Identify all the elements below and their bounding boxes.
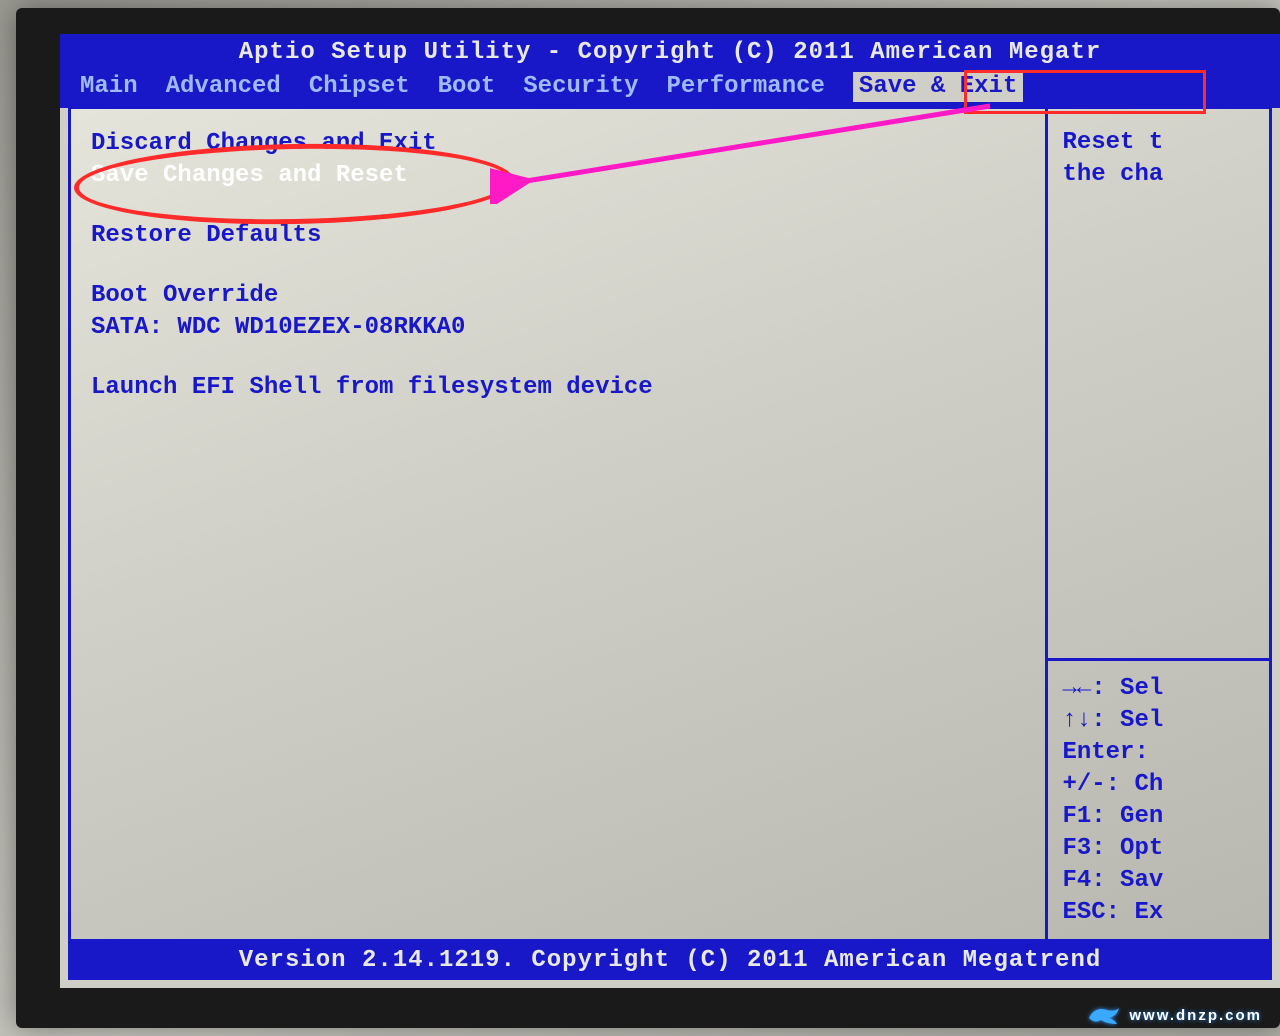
tab-bar: Main Advanced Chipset Boot Security Perf… — [60, 70, 1280, 108]
tab-boot[interactable]: Boot — [438, 72, 496, 102]
spacer — [91, 193, 1025, 219]
tab-advanced[interactable]: Advanced — [166, 72, 281, 102]
help-key-line: F1: Gen — [1062, 802, 1255, 832]
help-description-line: the cha — [1062, 160, 1255, 190]
left-pane: Discard Changes and Exit Save Changes an… — [71, 109, 1048, 939]
menu-launch-efi-shell[interactable]: Launch EFI Shell from filesystem device — [91, 373, 1025, 403]
tab-main[interactable]: Main — [80, 72, 138, 102]
boot-override-device[interactable]: SATA: WDC WD10EZEX-08RKKA0 — [91, 313, 1025, 343]
tab-chipset[interactable]: Chipset — [309, 72, 410, 102]
bios-title: Aptio Setup Utility - Copyright (C) 2011… — [60, 34, 1280, 70]
help-key-line: F4: Sav — [1062, 866, 1255, 896]
menu-save-changes-reset[interactable]: Save Changes and Reset — [91, 161, 1025, 191]
help-key-line: →←: Sel — [1062, 674, 1255, 704]
monitor-bezel: Aptio Setup Utility - Copyright (C) 2011… — [16, 8, 1280, 1028]
spacer — [91, 253, 1025, 279]
help-key-line: F3: Opt — [1062, 834, 1255, 864]
watermark-text: www.dnzp.com — [1129, 1007, 1262, 1024]
help-key-line: ↑↓: Sel — [1062, 706, 1255, 736]
boot-override-header: Boot Override — [91, 281, 1025, 311]
help-key-line: +/-: Ch — [1062, 770, 1255, 800]
help-separator — [1048, 658, 1269, 661]
bios-footer: Version 2.14.1219. Copyright (C) 2011 Am… — [68, 942, 1272, 980]
help-key-line: ESC: Ex — [1062, 898, 1255, 928]
tab-performance[interactable]: Performance — [666, 72, 824, 102]
menu-discard-changes-exit[interactable]: Discard Changes and Exit — [91, 129, 1025, 159]
tab-save-exit[interactable]: Save & Exit — [853, 72, 1023, 102]
bios-root: Aptio Setup Utility - Copyright (C) 2011… — [60, 34, 1280, 988]
help-description-line: Reset t — [1062, 128, 1255, 158]
dolphin-icon — [1087, 1004, 1121, 1026]
tab-security[interactable]: Security — [523, 72, 638, 102]
menu-restore-defaults[interactable]: Restore Defaults — [91, 221, 1025, 251]
bios-body: Discard Changes and Exit Save Changes an… — [68, 106, 1272, 942]
screen: Aptio Setup Utility - Copyright (C) 2011… — [60, 34, 1280, 988]
right-pane: Reset t the cha →←: Sel ↑↓: Sel Enter: +… — [1048, 109, 1269, 939]
watermark: www.dnzp.com — [1087, 1004, 1262, 1026]
help-key-line: Enter: — [1062, 738, 1255, 768]
spacer — [91, 345, 1025, 371]
